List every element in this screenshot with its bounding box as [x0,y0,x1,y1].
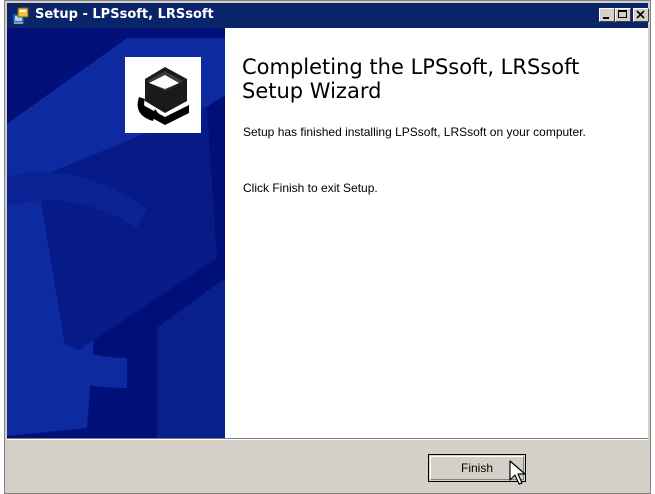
wizard-content: Completing the LPSsoft, LRSsoft Setup Wi… [7,28,648,438]
close-button[interactable] [633,8,649,22]
close-icon [636,10,645,19]
footer-separator-highlight [7,439,648,440]
wizard-heading: Completing the LPSsoft, LRSsoft Setup Wi… [242,55,642,103]
window-title: Setup - LPSsoft, LRSsoft [35,7,214,22]
minimize-button[interactable] [599,8,615,22]
maximize-icon [618,10,627,18]
setup-app-icon [12,7,29,25]
finish-button-label: Finish [460,461,493,475]
setup-wizard-icon [125,57,201,133]
title-bar[interactable]: Setup - LPSsoft, LRSsoft [7,3,649,28]
wizard-side-panel [7,28,225,438]
maximize-button[interactable] [615,8,631,22]
wizard-heading-line1: Completing the LPSsoft, LRSsoft [242,55,580,79]
mouse-pointer-icon [509,460,526,485]
wizard-heading-line2: Setup Wizard [242,79,382,103]
minimize-icon [603,17,609,19]
finished-message: Setup has finished installing LPSsoft, L… [243,125,586,139]
exit-hint: Click Finish to exit Setup. [243,181,378,195]
setup-window: Setup - LPSsoft, LRSsoft Completing the … [4,0,651,494]
